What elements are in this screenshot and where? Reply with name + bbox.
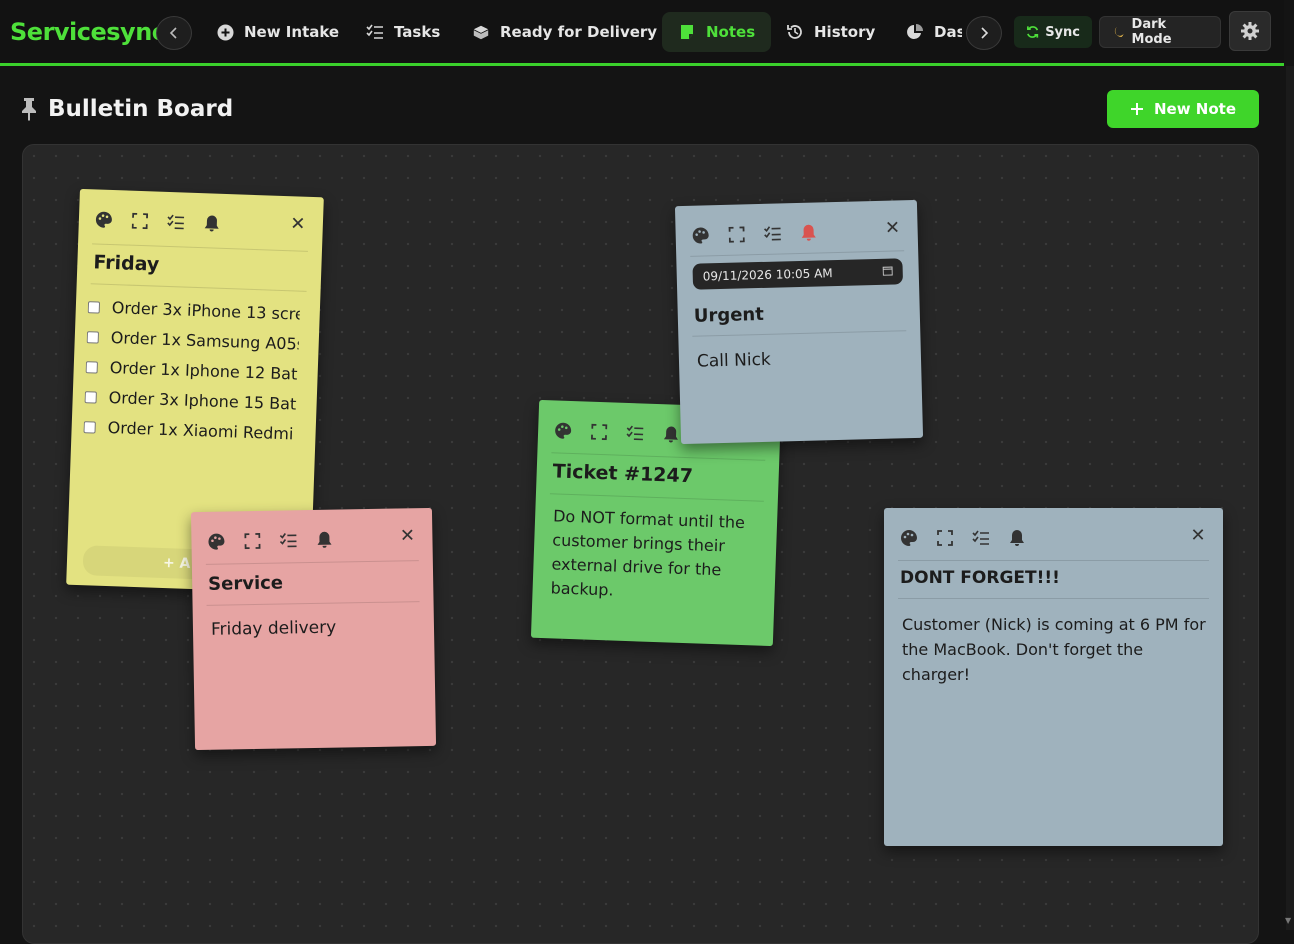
- moon-icon: [1114, 27, 1124, 37]
- checklist-item[interactable]: Order 1x Samsung A05s: [86, 327, 299, 354]
- note-dont-forget[interactable]: ✕ DONT FORGET!!! Customer (Nick) is comi…: [884, 508, 1223, 846]
- note-title[interactable]: Ticket #1247: [552, 460, 693, 487]
- note-body[interactable]: Do NOT format until the customer brings …: [550, 504, 761, 607]
- close-icon[interactable]: ✕: [1189, 525, 1207, 546]
- bell-icon[interactable]: [662, 425, 681, 444]
- expand-icon[interactable]: [936, 529, 954, 547]
- refresh-icon: [1027, 26, 1039, 38]
- note-icon: [678, 23, 696, 41]
- note-title[interactable]: Service: [208, 573, 283, 595]
- pie-chart-icon: [906, 23, 924, 41]
- divider: [692, 330, 907, 337]
- divider: [206, 601, 420, 606]
- checklist-icon: [366, 23, 384, 41]
- plus-icon: [1130, 103, 1143, 115]
- divider: [898, 560, 1209, 561]
- chevron-right-icon: [981, 27, 989, 39]
- tab-tasks[interactable]: Tasks: [350, 12, 456, 52]
- note-toolbar: [900, 526, 1207, 550]
- palette-icon[interactable]: [95, 210, 114, 229]
- sync-button[interactable]: Sync: [1014, 16, 1092, 48]
- checklist-item[interactable]: Order 1x Iphone 12 Battery: [85, 357, 298, 384]
- tab-dashboard[interactable]: Das: [890, 12, 962, 52]
- note-title[interactable]: DONT FORGET!!!: [900, 568, 1060, 588]
- note-body[interactable]: Customer (Nick) is coming at 6 PM for th…: [902, 612, 1207, 687]
- box-icon: [472, 23, 490, 41]
- divider: [549, 493, 764, 502]
- close-icon[interactable]: ✕: [883, 217, 901, 238]
- bell-icon[interactable]: [315, 531, 333, 549]
- checklist-icon[interactable]: [626, 424, 645, 443]
- reminder-datetime-input[interactable]: 09/11/2026 10:05 AM: [692, 258, 904, 290]
- divider: [92, 243, 308, 252]
- expand-icon[interactable]: [590, 423, 609, 442]
- palette-icon[interactable]: [554, 421, 573, 440]
- note-title[interactable]: Friday: [93, 251, 160, 275]
- checkbox[interactable]: [85, 360, 98, 374]
- page-title: Bulletin Board: [20, 96, 233, 122]
- dark-mode-toggle[interactable]: Dark Mode: [1099, 16, 1221, 48]
- expand-icon[interactable]: [243, 532, 261, 550]
- calendar-icon[interactable]: [882, 266, 893, 276]
- expand-icon[interactable]: [131, 212, 150, 231]
- note-service[interactable]: ✕ Service Friday delivery: [190, 507, 437, 751]
- checkbox[interactable]: [83, 420, 96, 434]
- checklist-icon[interactable]: [763, 224, 781, 242]
- note-title[interactable]: Urgent: [694, 304, 765, 327]
- checklist-icon[interactable]: [279, 531, 297, 549]
- history-icon: [786, 23, 804, 41]
- tab-ready-for-delivery[interactable]: Ready for Delivery: [456, 12, 673, 52]
- bell-icon[interactable]: [1008, 529, 1026, 547]
- plus-circle-icon: [216, 23, 234, 41]
- checklist-item[interactable]: Order 1x Xiaomi Redmi: [83, 417, 296, 443]
- note-toolbar: [691, 218, 902, 247]
- tab-history[interactable]: History: [770, 12, 891, 52]
- expand-icon[interactable]: [727, 225, 745, 243]
- palette-icon[interactable]: [691, 226, 709, 244]
- palette-icon[interactable]: [900, 529, 918, 547]
- bell-icon[interactable]: [203, 214, 222, 233]
- divider: [551, 452, 766, 461]
- checklist-item[interactable]: Order 3x Iphone 15 Battery: [84, 387, 297, 414]
- checklist-icon[interactable]: [167, 213, 186, 232]
- close-icon[interactable]: ✕: [289, 213, 308, 235]
- brand-logo[interactable]: Servicesync: [10, 18, 166, 46]
- top-navigation: Servicesync New Intake Tasks Ready for D…: [0, 0, 1284, 66]
- scrollbar[interactable]: [1286, 66, 1294, 930]
- new-note-button[interactable]: New Note: [1107, 90, 1259, 128]
- checkbox[interactable]: [86, 330, 100, 344]
- note-toolbar: [207, 526, 416, 554]
- divider: [205, 560, 419, 565]
- palette-icon[interactable]: [207, 533, 225, 551]
- tab-notes[interactable]: Notes: [662, 12, 772, 52]
- note-urgent[interactable]: ✕ 09/11/2026 10:05 AM Urgent Call Nick: [674, 199, 924, 445]
- tab-new-intake[interactable]: New Intake: [200, 12, 355, 52]
- close-icon[interactable]: ✕: [398, 525, 416, 546]
- chevron-left-icon: [169, 27, 177, 39]
- pushpin-icon: [22, 98, 36, 121]
- divider: [690, 250, 905, 257]
- gear-icon: [1241, 22, 1259, 40]
- divider: [898, 598, 1209, 599]
- checkbox[interactable]: [87, 300, 101, 314]
- checkbox[interactable]: [84, 390, 97, 404]
- nav-tabs: New Intake Tasks Ready for Delivery Note…: [200, 12, 962, 54]
- checklist-item[interactable]: Order 3x iPhone 13 screens: [87, 297, 300, 324]
- nav-prev-button[interactable]: [156, 16, 192, 50]
- divider: [90, 283, 307, 292]
- bell-alarm-icon[interactable]: [799, 223, 817, 241]
- scroll-down-icon[interactable]: ▼: [1285, 916, 1294, 926]
- note-body[interactable]: Friday delivery: [211, 614, 418, 642]
- nav-next-button[interactable]: [966, 16, 1002, 50]
- note-body[interactable]: Call Nick: [697, 344, 906, 373]
- note-toolbar: [95, 207, 308, 238]
- settings-button[interactable]: [1229, 11, 1271, 51]
- checklist-icon[interactable]: [972, 529, 990, 547]
